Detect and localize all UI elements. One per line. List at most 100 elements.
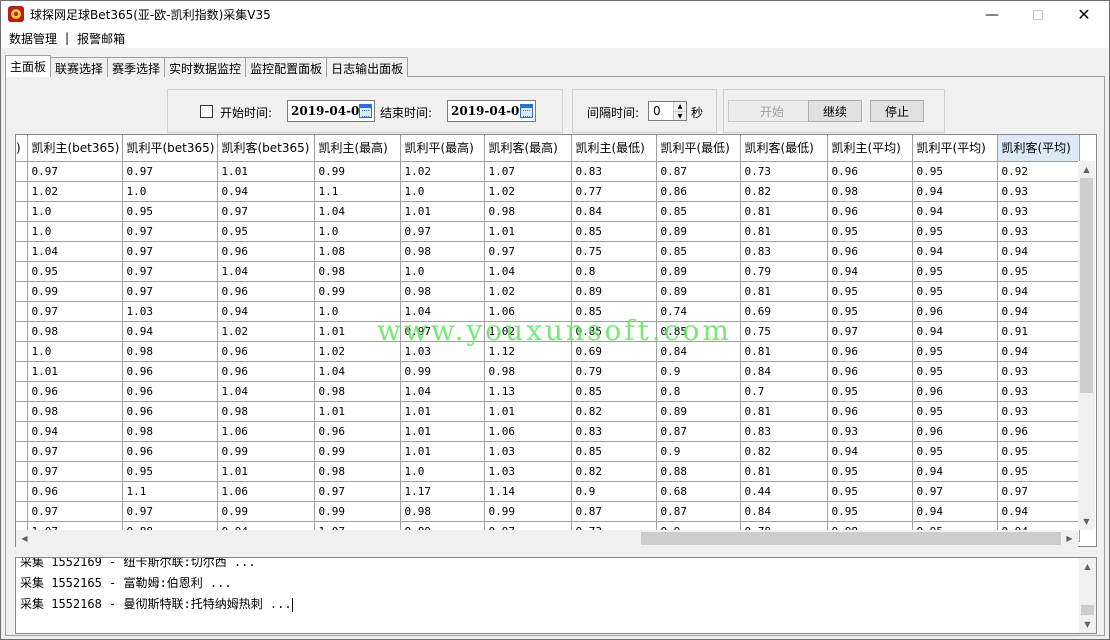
table-cell[interactable]: 1.13 bbox=[484, 381, 572, 402]
table-cell[interactable]: 1.0 bbox=[27, 201, 123, 222]
table-cell[interactable]: 0.95 bbox=[912, 341, 998, 362]
table-cell[interactable]: 1.0 bbox=[27, 221, 123, 242]
table-cell[interactable]: 1.01 bbox=[400, 421, 485, 442]
table-cell[interactable]: 0.95 bbox=[997, 441, 1080, 462]
calendar-icon[interactable] bbox=[520, 104, 533, 118]
table-cell[interactable]: 1.01 bbox=[27, 361, 123, 382]
table-cell[interactable]: 1.02 bbox=[27, 181, 123, 202]
tab-main-panel[interactable]: 主面板 bbox=[5, 55, 52, 77]
column-header[interactable]: 凯利客(bet365) bbox=[217, 135, 315, 162]
table-cell[interactable]: 0.96 bbox=[122, 381, 218, 402]
table-cell[interactable]: 0.95 bbox=[827, 461, 913, 482]
table-cell[interactable]: 1.03 bbox=[122, 301, 218, 322]
table-cell[interactable]: 0.96 bbox=[827, 241, 913, 262]
tab-realtime-monitor[interactable]: 实时数据监控 bbox=[164, 57, 247, 77]
table-cell[interactable]: 0.87 bbox=[571, 501, 657, 522]
table-cell[interactable]: 1.0 bbox=[122, 181, 218, 202]
table-cell[interactable]: 0.94 bbox=[827, 261, 913, 282]
table-row[interactable]: 1.0 0.97 0.95 1.0 0.97 1.01 0.85 0.89 0.81 0.95 0.… bbox=[16, 221, 1080, 242]
table-cell[interactable]: 1.01 bbox=[314, 401, 401, 422]
table-cell[interactable]: 0.68 bbox=[656, 481, 741, 502]
table-cell[interactable]: 0.95 bbox=[827, 301, 913, 322]
table-cell[interactable]: 0.91 bbox=[997, 321, 1080, 342]
table-cell[interactable]: 0.97 bbox=[400, 221, 485, 242]
table-cell[interactable]: 0.9 bbox=[571, 481, 657, 502]
table-cell[interactable]: 0.95 bbox=[997, 261, 1080, 282]
table-cell[interactable]: 0.85 bbox=[571, 221, 657, 242]
table-cell[interactable]: 0.95 bbox=[827, 221, 913, 242]
table-cell[interactable]: 0.89 bbox=[656, 221, 741, 242]
column-header[interactable]: 凯利平(最高) bbox=[400, 135, 485, 162]
table-row[interactable]: 0.97 0.97 0.99 0.99 0.98 0.99 0.87 0.87 0.84 0.95… bbox=[16, 501, 1080, 522]
table-cell[interactable]: 1.04 bbox=[27, 241, 123, 262]
menu-data-management[interactable]: 数据管理 bbox=[7, 30, 59, 47]
table-cell[interactable]: 0.94 bbox=[217, 301, 315, 322]
table-cell[interactable]: 0.96 bbox=[827, 161, 913, 182]
table-cell[interactable]: 0.99 bbox=[314, 281, 401, 302]
table-cell[interactable]: 0.98 bbox=[827, 181, 913, 202]
table-cell[interactable]: 0.83 bbox=[571, 161, 657, 182]
table-cell[interactable]: 0.98 bbox=[400, 281, 485, 302]
table-cell[interactable]: 0.87 bbox=[656, 161, 741, 182]
table-row[interactable]: 0.97 0.97 1.01 0.99 1.02 1.07 0.83 0.87 0.73 0.96… bbox=[16, 161, 1080, 182]
log-output-box[interactable]: 采集 1552169 - 纽卡斯尔联:切尔西 ... 采集 1552165 - … bbox=[15, 557, 1097, 634]
table-cell[interactable]: 0.97 bbox=[122, 241, 218, 262]
table-cell[interactable]: 0.93 bbox=[997, 221, 1080, 242]
table-cell[interactable]: 1.04 bbox=[217, 261, 315, 282]
table-cell[interactable]: 0.95 bbox=[912, 281, 998, 302]
table-row[interactable]: 0.96 0.96 1.04 0.98 1.04 1.13 0.85 0.8 0.7 0.95 0.… bbox=[16, 381, 1080, 402]
table-row[interactable]: 1.01 0.96 0.96 1.04 0.99 0.98 0.79 0.9 0.84 0.96 0… bbox=[16, 361, 1080, 382]
table-cell[interactable]: 0.98 bbox=[122, 421, 218, 442]
table-cell[interactable]: 0.96 bbox=[997, 421, 1080, 442]
table-cell[interactable]: 0.92 bbox=[997, 161, 1080, 182]
table-cell[interactable]: 0.97 bbox=[484, 241, 572, 262]
table-cell[interactable]: 1.17 bbox=[400, 481, 485, 502]
column-header[interactable]: 凯利主(平均) bbox=[827, 135, 913, 162]
table-cell[interactable]: 0.93 bbox=[997, 181, 1080, 202]
scroll-thumb[interactable] bbox=[1080, 178, 1093, 393]
table-cell[interactable]: 1.14 bbox=[484, 481, 572, 502]
table-cell[interactable]: 0.97 bbox=[912, 481, 998, 502]
row-header-cell[interactable] bbox=[16, 361, 28, 382]
table-cell[interactable]: 0.93 bbox=[827, 421, 913, 442]
table-cell[interactable]: 0.96 bbox=[217, 341, 315, 362]
table-cell[interactable]: 0.9 bbox=[656, 441, 741, 462]
scroll-up-icon[interactable]: ▲ bbox=[1078, 161, 1095, 178]
table-cell[interactable]: 0.94 bbox=[912, 321, 998, 342]
table-cell[interactable]: 0.82 bbox=[740, 181, 828, 202]
table-cell[interactable]: 0.93 bbox=[997, 381, 1080, 402]
tab-league-select[interactable]: 联赛选择 bbox=[50, 57, 109, 77]
table-cell[interactable]: 0.97 bbox=[27, 461, 123, 482]
table-cell[interactable]: 0.82 bbox=[740, 441, 828, 462]
table-cell[interactable]: 0.97 bbox=[997, 481, 1080, 502]
scroll-down-icon[interactable]: ▼ bbox=[1078, 513, 1095, 530]
table-cell[interactable]: 0.83 bbox=[740, 421, 828, 442]
table-cell[interactable]: 0.98 bbox=[484, 201, 572, 222]
table-cell[interactable]: 0.96 bbox=[827, 361, 913, 382]
scroll-down-icon[interactable]: ▼ bbox=[1079, 616, 1096, 633]
table-cell[interactable]: 0.81 bbox=[740, 221, 828, 242]
table-row[interactable]: 0.97 0.95 1.01 0.98 1.0 1.03 0.82 0.88 0.81 0.95 0… bbox=[16, 461, 1080, 482]
stop-button[interactable]: 停止 bbox=[870, 100, 924, 122]
table-cell[interactable]: 0.94 bbox=[997, 281, 1080, 302]
table-cell[interactable]: 0.97 bbox=[27, 501, 123, 522]
tab-monitor-config[interactable]: 监控配置面板 bbox=[245, 57, 328, 77]
table-cell[interactable]: 0.85 bbox=[571, 381, 657, 402]
table-cell[interactable]: 1.0 bbox=[400, 261, 485, 282]
table-cell[interactable]: 1.07 bbox=[484, 161, 572, 182]
log-scrollbar[interactable]: ▲ ▼ bbox=[1079, 558, 1096, 633]
table-cell[interactable]: 1.1 bbox=[314, 181, 401, 202]
table-cell[interactable]: 1.04 bbox=[400, 381, 485, 402]
table-cell[interactable]: 0.99 bbox=[314, 441, 401, 462]
table-cell[interactable]: 0.97 bbox=[314, 481, 401, 502]
grid-horizontal-scrollbar[interactable]: ◀ ▶ bbox=[16, 530, 1078, 547]
table-cell[interactable]: 0.95 bbox=[912, 441, 998, 462]
grid-vertical-scrollbar[interactable]: ▲ ▼ bbox=[1078, 161, 1095, 530]
column-header[interactable]: 凯利平(平均) bbox=[912, 135, 998, 162]
tab-season-select[interactable]: 赛季选择 bbox=[107, 57, 166, 77]
table-cell[interactable]: 0.88 bbox=[656, 461, 741, 482]
table-cell[interactable]: 0.95 bbox=[122, 461, 218, 482]
table-cell[interactable]: 0.96 bbox=[217, 281, 315, 302]
table-cell[interactable]: 1.02 bbox=[400, 161, 485, 182]
table-row[interactable]: 1.0 0.95 0.97 1.04 1.01 0.98 0.84 0.85 0.81 0.96 0… bbox=[16, 201, 1080, 222]
